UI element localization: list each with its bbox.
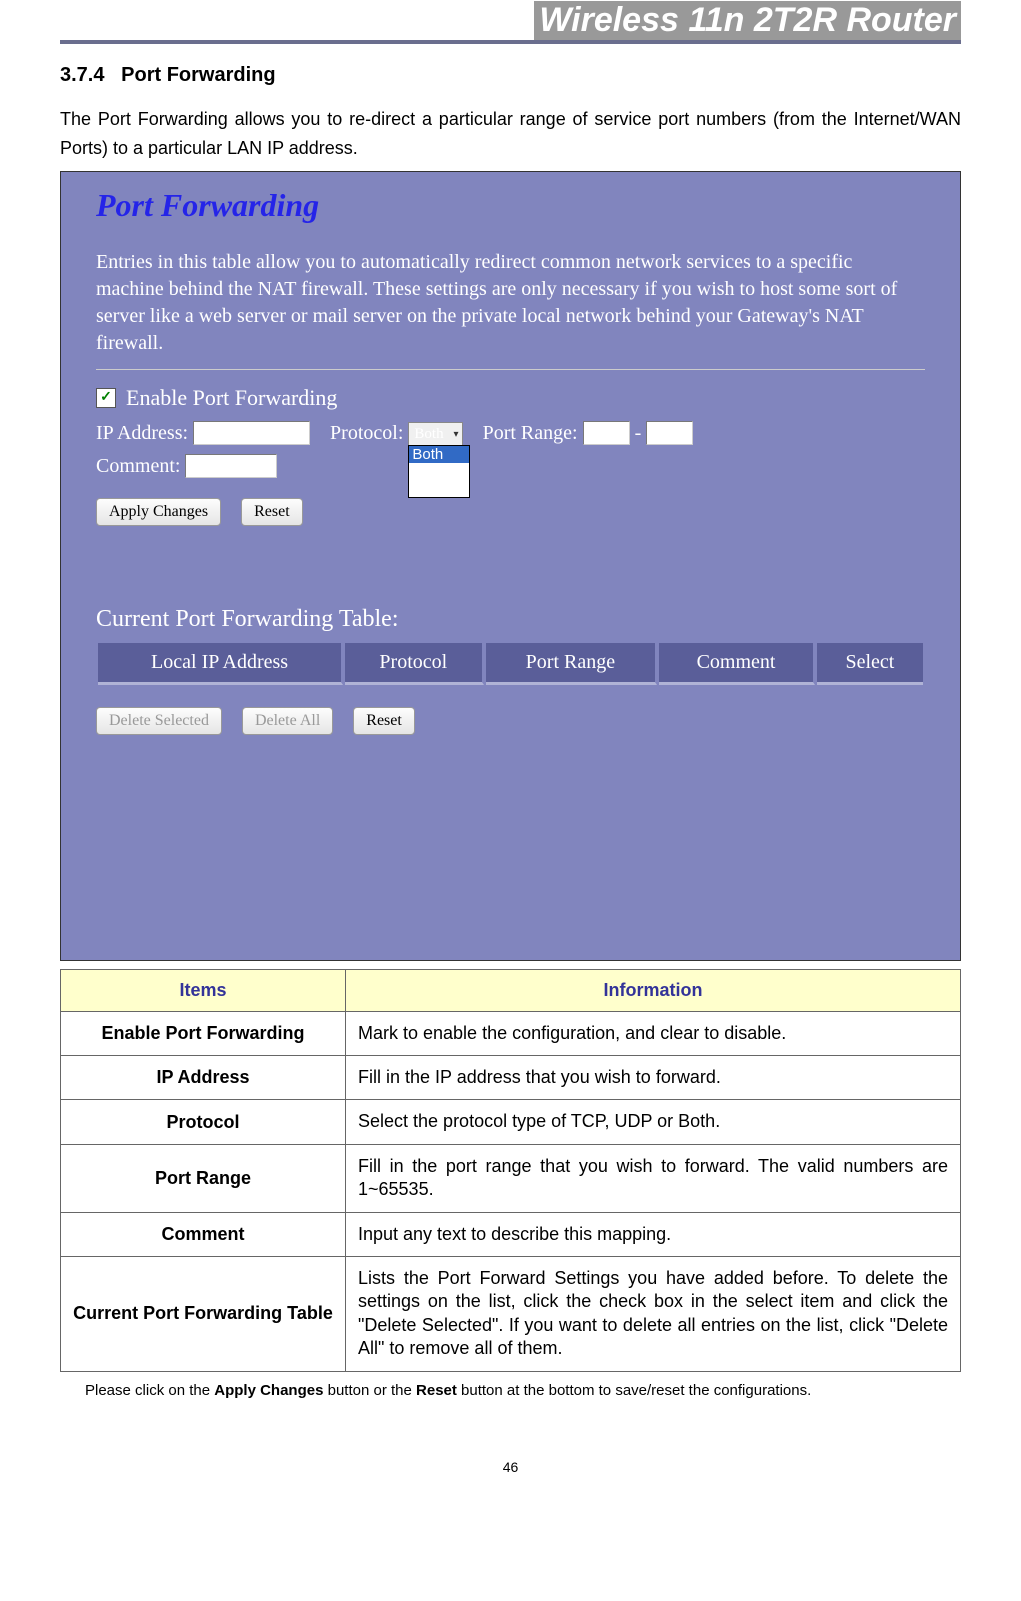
- panel-description: Entries in this table allow you to autom…: [96, 249, 925, 357]
- row-item: Comment: [61, 1212, 346, 1256]
- page-number: 46: [60, 1459, 961, 1475]
- ip-label: IP Address:: [96, 422, 188, 445]
- th-information: Information: [346, 969, 961, 1011]
- row-item: Port Range: [61, 1144, 346, 1212]
- row-info: Fill in the port range that you wish to …: [346, 1144, 961, 1212]
- section-heading: 3.7.4 Port Forwarding: [60, 64, 961, 87]
- delete-all-button[interactable]: Delete All: [242, 707, 333, 735]
- ip-input[interactable]: [193, 421, 310, 445]
- row-info: Select the protocol type of TCP, UDP or …: [346, 1100, 961, 1144]
- protocol-dropdown[interactable]: Both TCP UDP: [408, 445, 470, 498]
- port-from-input[interactable]: [583, 421, 630, 445]
- th-port-range: Port Range: [486, 643, 658, 685]
- row-info: Lists the Port Forward Settings you have…: [346, 1256, 961, 1371]
- port-forwarding-table: Local IP Address Protocol Port Range Com…: [96, 641, 925, 687]
- reset-table-button[interactable]: Reset: [353, 707, 415, 735]
- reset-button[interactable]: Reset: [241, 498, 303, 526]
- th-local-ip: Local IP Address: [98, 643, 343, 685]
- option-udp[interactable]: UDP: [409, 480, 469, 497]
- doc-header: Wireless 11n 2T2R Router: [534, 1, 961, 40]
- port-sep: -: [635, 422, 642, 445]
- port-to-input[interactable]: [646, 421, 693, 445]
- footer-note: Please click on the Apply Changes button…: [60, 1382, 961, 1399]
- embedded-screenshot: Port Forwarding Entries in this table al…: [60, 171, 961, 961]
- th-select: Select: [817, 643, 923, 685]
- row-item: Enable Port Forwarding: [61, 1011, 346, 1055]
- section-title: Port Forwarding: [121, 64, 275, 86]
- apply-changes-button[interactable]: Apply Changes: [96, 498, 221, 526]
- enable-checkbox[interactable]: ✓: [96, 388, 116, 408]
- protocol-select[interactable]: Both: [408, 422, 462, 446]
- option-both[interactable]: Both: [409, 446, 469, 463]
- row-info: Input any text to describe this mapping.: [346, 1212, 961, 1256]
- th-comment: Comment: [659, 643, 815, 685]
- row-item: Protocol: [61, 1100, 346, 1144]
- th-items: Items: [61, 969, 346, 1011]
- protocol-label: Protocol:: [330, 422, 403, 445]
- row-info: Mark to enable the configuration, and cl…: [346, 1011, 961, 1055]
- row-info: Fill in the IP address that you wish to …: [346, 1055, 961, 1099]
- port-range-label: Port Range:: [483, 422, 578, 445]
- comment-input[interactable]: [185, 454, 277, 478]
- info-table: Items Information Enable Port Forwarding…: [60, 969, 961, 1372]
- enable-label: Enable Port Forwarding: [126, 385, 337, 411]
- section-number: 3.7.4: [60, 64, 104, 86]
- row-item: Current Port Forwarding Table: [61, 1256, 346, 1371]
- delete-selected-button[interactable]: Delete Selected: [96, 707, 222, 735]
- current-table-title: Current Port Forwarding Table:: [96, 606, 925, 633]
- comment-label: Comment:: [96, 455, 180, 478]
- intro-paragraph: The Port Forwarding allows you to re-dir…: [60, 105, 961, 163]
- row-item: IP Address: [61, 1055, 346, 1099]
- option-tcp[interactable]: TCP: [409, 463, 469, 480]
- th-protocol: Protocol: [345, 643, 483, 685]
- panel-title: Port Forwarding: [96, 187, 925, 224]
